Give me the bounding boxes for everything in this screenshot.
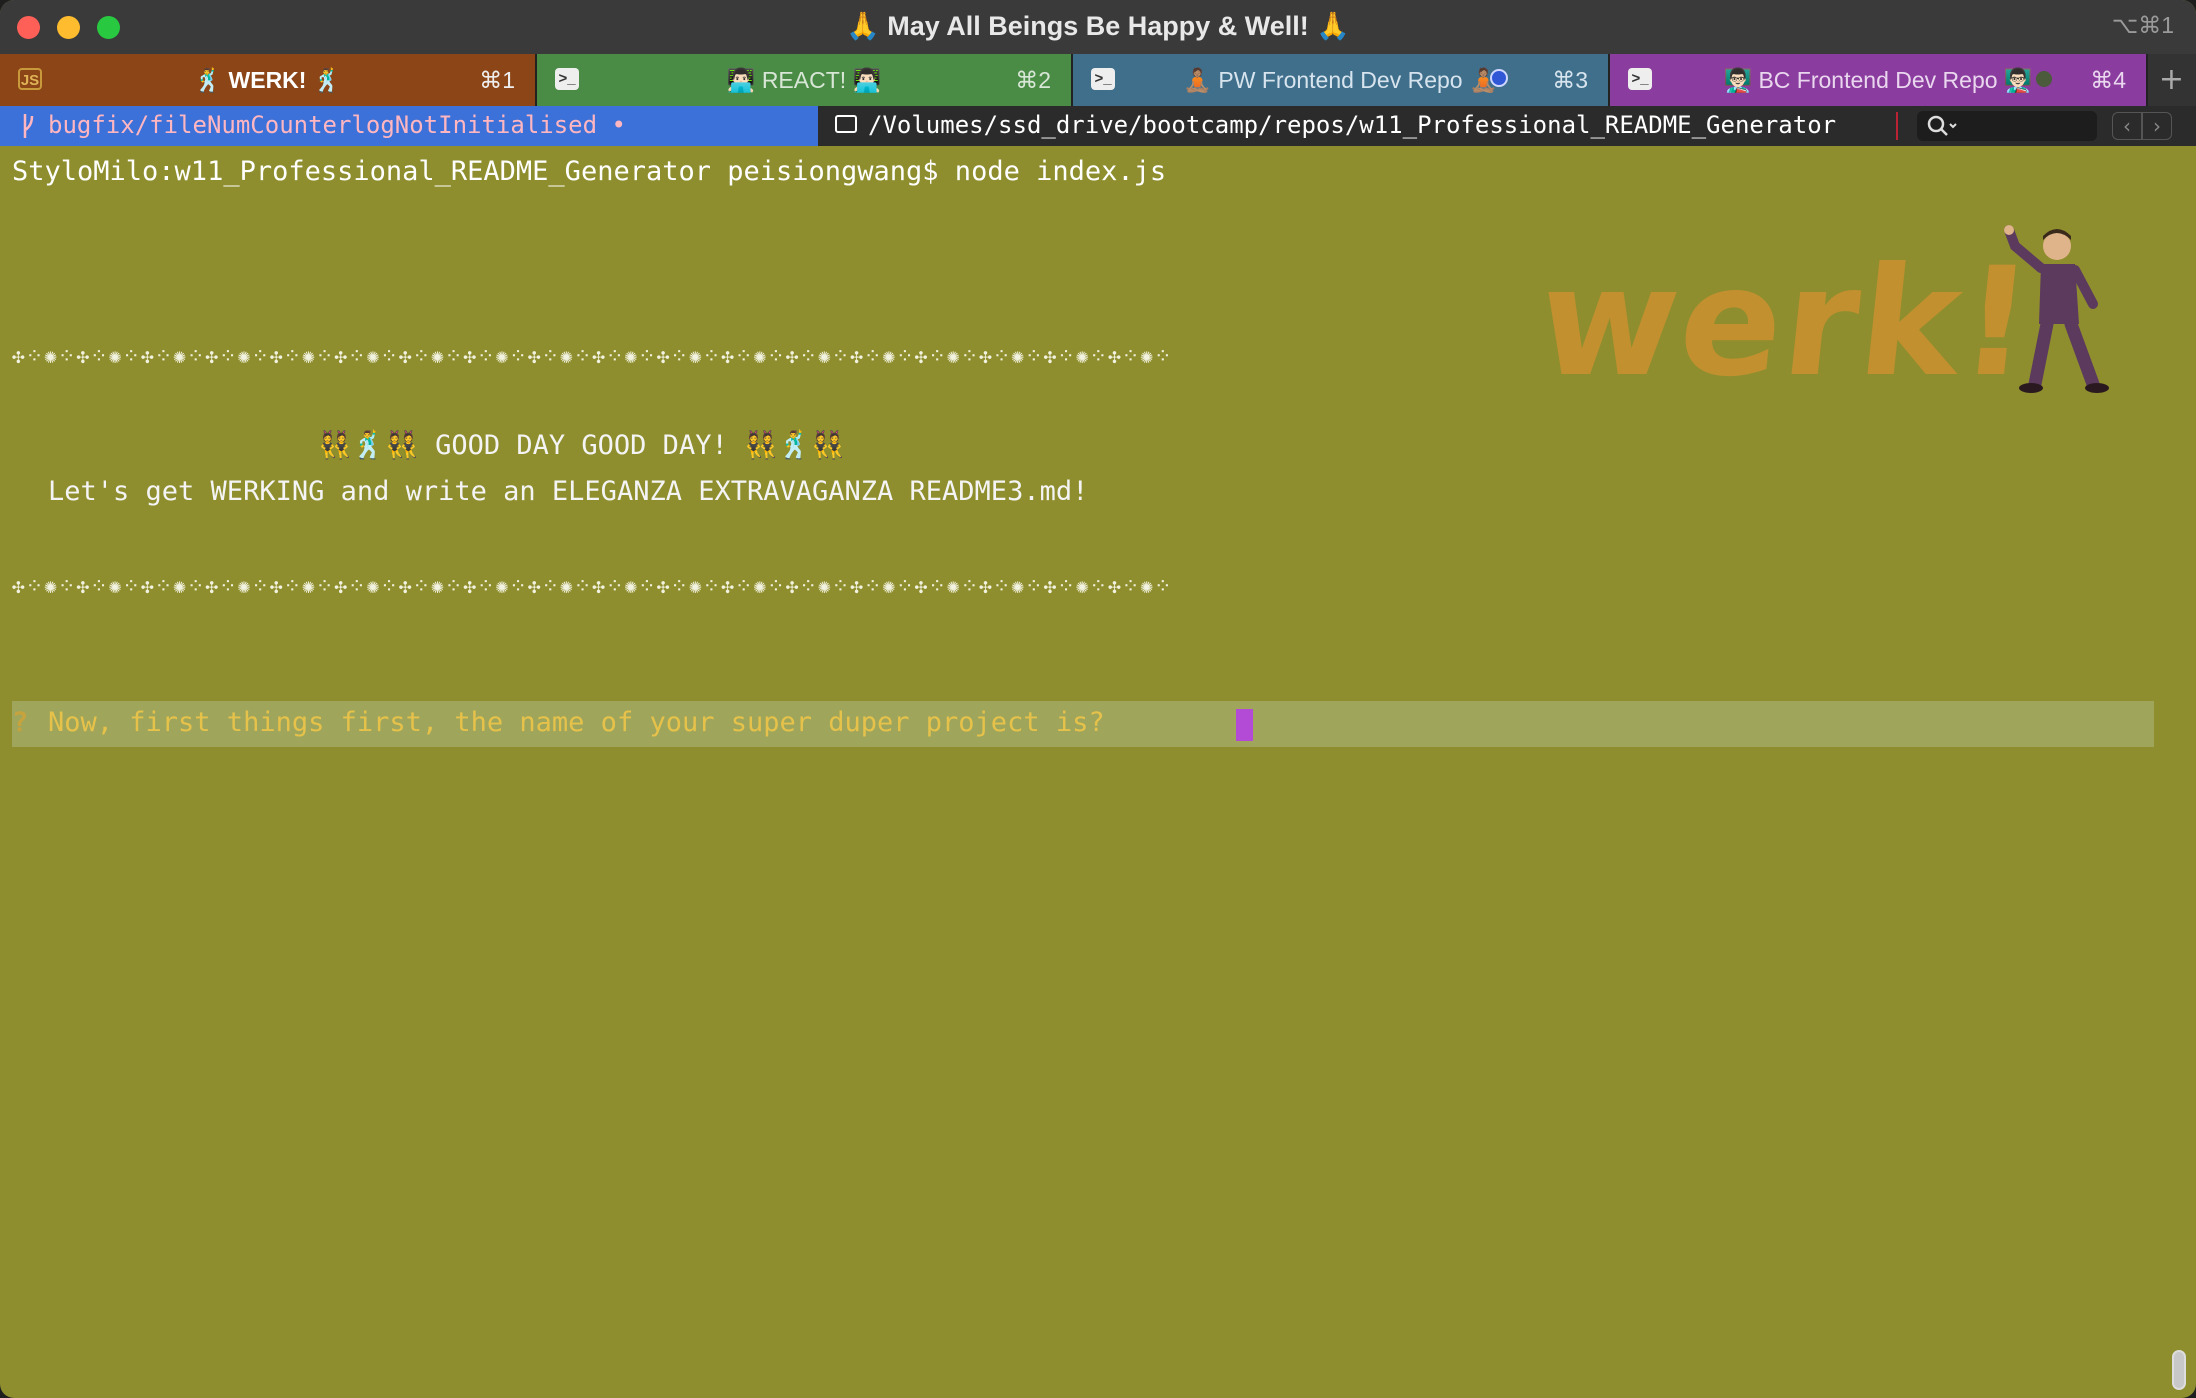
terminal-output[interactable]: StyloMilo:w11_Professional_README_Genera… — [0, 146, 2196, 1398]
subtitle-line: Let's get WERKING and write an ELEGANZA … — [48, 476, 1089, 507]
folder-icon — [835, 115, 857, 133]
find-previous-button[interactable]: ‹ — [2112, 112, 2142, 140]
separator — [1896, 112, 1898, 140]
werk-logo: werk! — [1530, 236, 2042, 410]
greeting-line: 👯🕺👯 GOOD DAY GOOD DAY! 👯🕺👯 — [318, 430, 845, 461]
current-path[interactable]: /Volumes/ssd_drive/bootcamp/repos/w11_Pr… — [868, 111, 1836, 139]
input-prompt[interactable]: ? Now, first things first, the name of y… — [12, 701, 2154, 747]
tab-shortcut: ⌘4 — [2090, 67, 2126, 93]
new-tab-button[interactable]: + — [2159, 62, 2184, 97]
status-bar: bugfix/fileNumCounterlogNotInitialised •… — [0, 106, 2196, 146]
prompt-question: Now, first things first, the name of you… — [48, 707, 1105, 738]
scrollbar[interactable] — [2172, 1350, 2186, 1390]
tab-bc-frontend[interactable]: >_ 👨🏻‍🏫 BC Frontend Dev Repo 👨🏻‍🏫 ⌘4 — [1610, 54, 2148, 106]
activity-indicator-icon — [1490, 69, 1508, 87]
tab-label: 👨🏻‍🏫 BC Frontend Dev Repo 👨🏻‍🏫 — [1723, 67, 2033, 93]
search-field[interactable] — [1917, 111, 2097, 141]
tab-bar: JS 🕺 WERK! 🕺 ⌘1 >_ 👨🏻‍💻 REACT! 👨🏻‍💻 ⌘2 >… — [0, 54, 2196, 106]
tab-shortcut: ⌘3 — [1552, 67, 1588, 93]
tab-werk[interactable]: JS 🕺 WERK! 🕺 ⌘1 — [0, 54, 537, 106]
git-branch-icon — [23, 114, 34, 138]
search-icon — [1927, 115, 1957, 136]
tab-pw-frontend[interactable]: >_ 🧘🏽 PW Frontend Dev Repo 🧘🏽 ⌘3 — [1073, 54, 1610, 106]
tab-label: 👨🏻‍💻 REACT! 👨🏻‍💻 — [726, 67, 882, 93]
prompt-mark: ? — [12, 707, 29, 738]
text-cursor — [1236, 709, 1253, 741]
window-title: 🙏 May All Beings Be Happy & Well! 🙏 — [846, 11, 1350, 41]
terminal-window: 🙏 May All Beings Be Happy & Well! 🙏 ⌥⌘1 … — [0, 0, 2196, 1398]
activity-indicator-icon — [2036, 71, 2052, 87]
branch-name: bugfix/fileNumCounterlogNotInitialised • — [48, 111, 626, 139]
tab-label: 🧘🏽 PW Frontend Dev Repo 🧘🏽 — [1183, 67, 1498, 93]
command-line: StyloMilo:w11_Professional_README_Genera… — [12, 156, 1167, 187]
tab-react[interactable]: >_ 👨🏻‍💻 REACT! 👨🏻‍💻 ⌘2 — [537, 54, 1073, 106]
tab-shortcut: ⌘2 — [1015, 67, 1051, 93]
tab-shortcut: ⌘1 — [479, 67, 515, 93]
decoration-line: ✣⁘✺⁘✣⁘✺⁘✣⁘✺⁘✣⁘✺⁘✣⁘✺⁘✣⁘✺⁘✣⁘✺⁘✣⁘✺⁘✣⁘✺⁘✣⁘✺⁘… — [12, 574, 1173, 598]
git-branch[interactable]: bugfix/fileNumCounterlogNotInitialised • — [0, 106, 818, 146]
tab-label: 🕺 WERK! 🕺 — [193, 67, 342, 93]
window-shortcut: ⌥⌘1 — [2111, 12, 2174, 38]
title-bar: 🙏 May All Beings Be Happy & Well! 🙏 ⌥⌘1 — [0, 0, 2196, 54]
dancer-icon — [2004, 225, 2109, 393]
decoration-line: ✣⁘✺⁘✣⁘✺⁘✣⁘✺⁘✣⁘✺⁘✣⁘✺⁘✣⁘✺⁘✣⁘✺⁘✣⁘✺⁘✣⁘✺⁘✣⁘✺⁘… — [12, 344, 1173, 368]
find-next-button[interactable]: › — [2142, 112, 2172, 140]
